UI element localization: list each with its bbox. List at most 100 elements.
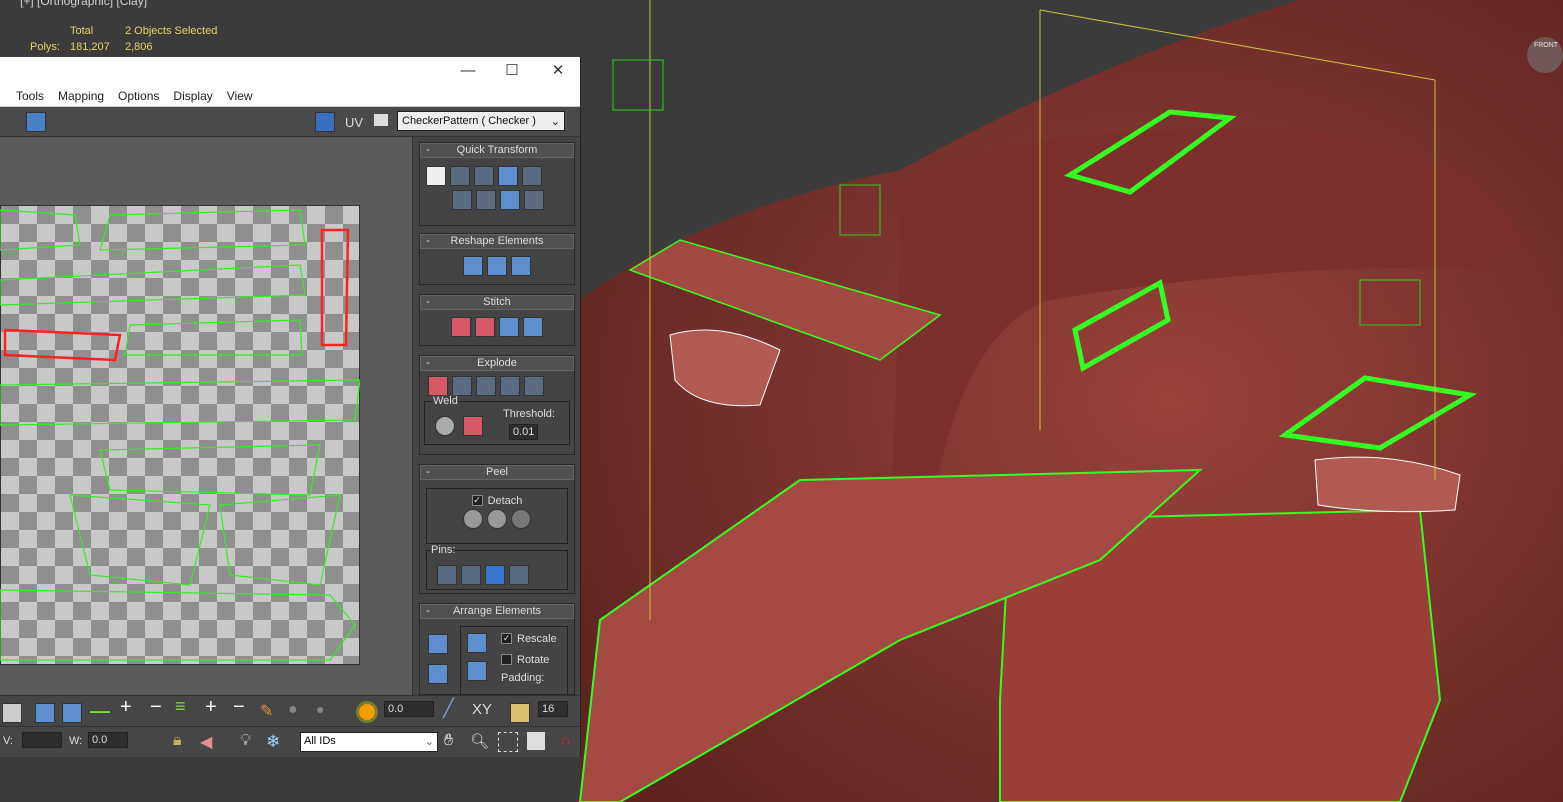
pack-custom-icon[interactable] [428,634,448,654]
detach-checkbox[interactable]: ✓ [471,495,483,507]
break-icon[interactable] [428,376,448,396]
soft-selection-spinner[interactable]: 0.0 [384,701,434,717]
uv-toggle[interactable]: UV [345,115,363,130]
pan-icon[interactable]: ✋︎ [444,732,453,750]
pack-together-icon[interactable] [428,664,448,684]
unpin-icon[interactable] [461,565,481,585]
texture-dropdown[interactable]: CheckerPattern ( Checker ) ⌄ [397,111,565,131]
scale-icon[interactable] [476,190,496,210]
shrink-selection-icon[interactable] [62,703,82,723]
flatten-by-material-icon[interactable] [476,376,496,396]
paint-select-icon[interactable]: ✎ [260,701,273,721]
reset-peel-icon[interactable] [511,509,531,529]
straighten-icon[interactable] [474,166,494,186]
space-vertical-icon[interactable] [524,190,544,210]
falloff-icon[interactable]: ╱ [443,698,454,719]
zoom-icon[interactable]: 🔍︎ [470,732,489,750]
mirror-icon[interactable] [26,112,46,132]
grow-selection-icon[interactable] [35,703,55,723]
maximize-button[interactable]: ☐ [502,61,522,81]
uv-island [0,589,356,661]
viewport-label[interactable]: [+] [Orthographic] [Clay] [20,0,147,8]
straighten-selection-icon[interactable] [463,256,483,276]
menu-view[interactable]: View [227,89,253,103]
grid-value-spinner[interactable]: 16 [538,701,568,717]
weld-all-icon[interactable] [463,416,483,436]
hide-icon[interactable]: 💡︎ [240,732,251,750]
flatten-custom-icon[interactable] [524,376,544,396]
rotate-checkbox[interactable] [501,654,512,666]
stitch-to-source-icon[interactable] [499,317,519,337]
stitch-to-target-icon[interactable] [451,317,471,337]
ring-shrink-icon[interactable]: − [233,696,245,719]
loop-icon[interactable]: ‒‒ [90,701,110,722]
zoom-region-icon[interactable] [498,732,518,752]
snap-magnet-icon[interactable]: ∩ [560,732,571,749]
rollout-header[interactable]: - Peel [420,465,574,480]
grid-snap-icon[interactable] [510,703,530,723]
freeze-icon[interactable]: ❄ [266,732,280,752]
shrink-brush-icon[interactable]: ● [316,701,324,717]
align-icon[interactable] [450,166,470,186]
rollout-header[interactable]: - Explode [420,356,574,371]
checker-texture-icon[interactable] [315,112,335,132]
menu-display[interactable]: Display [173,89,212,103]
rollout-header[interactable]: - Stitch [420,295,574,310]
stats-selected-label: 2 Objects Selected [125,25,218,37]
rotate-cw-icon[interactable] [498,166,518,186]
align-vertical-icon[interactable] [452,190,472,210]
filter-selected-faces-icon[interactable]: ◀ [200,732,212,752]
flatten-by-angle-icon[interactable] [452,376,472,396]
texture-list-icon[interactable] [374,114,388,126]
stitch-custom-icon[interactable] [523,317,543,337]
title-bar[interactable]: — ☐ ✕ [0,57,580,85]
select-pins-icon[interactable] [509,565,529,585]
w-spinner[interactable]: 0.0 [88,732,128,748]
element-mode-icon[interactable] [2,703,22,723]
rollout-header[interactable]: - Quick Transform [420,143,574,158]
viewcube-face-label[interactable]: FRONT [1533,42,1559,50]
detach-label: Detach [487,495,523,507]
lock-icon[interactable]: 🔒︎ [173,732,182,750]
frame-selected-icon[interactable] [527,732,545,750]
flatten-by-smoothing-icon[interactable] [500,376,520,396]
rollout-title: Quick Transform [456,144,538,156]
material-id-dropdown[interactable]: All IDs ⌄ [300,732,438,752]
menu-options[interactable]: Options [118,89,159,103]
uv-islands [0,209,360,661]
pack-recenter-icon[interactable] [467,661,487,681]
uv-canvas[interactable] [0,137,412,695]
rescale-checkbox[interactable]: ✓ [501,633,512,645]
relax-icon[interactable] [511,256,531,276]
pack-normalize-icon[interactable] [467,633,487,653]
loop-shrink-icon[interactable]: − [150,696,162,719]
pivot-icon[interactable] [426,166,446,186]
threshold-spinner[interactable]: 0.01 [509,424,539,440]
auto-pin-icon[interactable] [485,565,505,585]
loop-grow-icon[interactable]: + [120,696,132,719]
pin-icon[interactable] [437,565,457,585]
relax-until-flat-icon[interactable] [487,256,507,276]
soft-selection-icon[interactable] [356,701,378,723]
ring-grow-icon[interactable]: + [205,696,217,719]
enlarge-brush-icon[interactable]: ● [288,701,298,719]
minimize-button[interactable]: — [458,61,478,81]
uv-island [219,494,341,586]
rollout-title: Arrange Elements [452,605,542,617]
rollout-header[interactable]: - Reshape Elements [420,234,574,249]
space-horizontal-icon[interactable] [522,166,542,186]
menu-mapping[interactable]: Mapping [58,89,104,103]
quick-peel-icon[interactable] [463,509,483,529]
rotate-ccw-icon[interactable] [500,190,520,210]
v-spinner[interactable] [22,732,62,748]
stitch-average-icon[interactable] [475,317,495,337]
close-button[interactable]: ✕ [548,61,568,81]
peel-mode-icon[interactable] [487,509,507,529]
selected-uv-island [3,328,122,362]
uv-island [0,209,81,251]
menu-tools[interactable]: Tools [16,89,44,103]
weld-selected-icon[interactable] [435,416,455,436]
rollout-header[interactable]: - Arrange Elements [420,604,574,619]
ring-icon[interactable]: ≡ [175,696,186,717]
falloff-space-dropdown[interactable]: XY [472,701,492,718]
